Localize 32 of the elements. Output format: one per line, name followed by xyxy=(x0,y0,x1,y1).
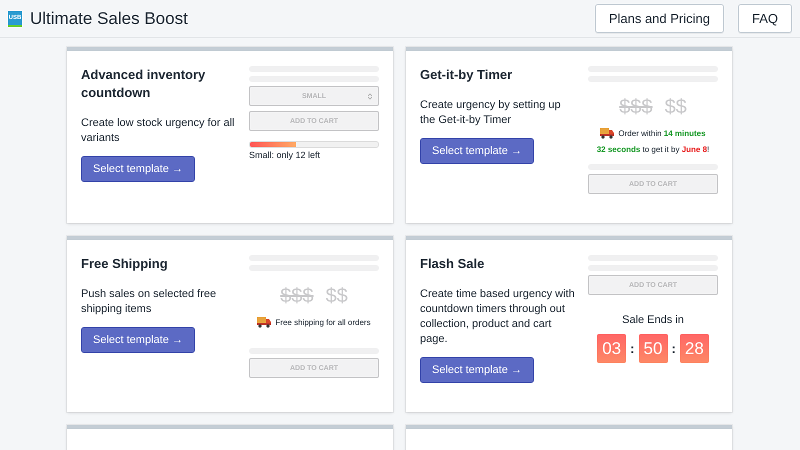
header-button[interactable]: FAQ xyxy=(738,4,792,33)
shipping-text: Free shipping for all orders xyxy=(275,318,371,326)
select-template-button[interactable]: Select template → xyxy=(420,357,534,383)
card-title: Flash Sale xyxy=(420,255,486,273)
stock-text: Small: only 12 left xyxy=(249,150,322,160)
old-price: $$$ xyxy=(280,285,314,308)
separator: : xyxy=(630,341,634,356)
select-template-button[interactable]: Select template → xyxy=(81,327,195,353)
card-description: Create urgency by setting up the Get-it-by Timer xyxy=(420,98,562,128)
app-title: Ultimate Sales Boost xyxy=(30,8,189,28)
card-description: Create low stock urgency for all variants xyxy=(81,116,236,146)
card-description: Create time based urgency with countdown timers through out collection, product and cart page. xyxy=(420,287,576,347)
separator: : xyxy=(672,341,676,356)
card-title: Get-it-by Timer xyxy=(420,66,514,84)
header-button[interactable]: Plans and Pricing xyxy=(594,4,724,33)
countdown-digit: 03 xyxy=(597,334,626,363)
truck-icon xyxy=(257,316,272,328)
price: $$ xyxy=(326,285,348,308)
chevron-icon xyxy=(368,92,372,100)
card-title: Advanced inventory countdown xyxy=(81,66,206,102)
select-template-button[interactable]: Select template → xyxy=(81,156,195,182)
select-template-button[interactable]: Select template → xyxy=(420,138,534,164)
card-title: Free Shipping xyxy=(81,255,169,273)
countdown-digit: 28 xyxy=(680,334,709,363)
sale-label: Sale Ends in xyxy=(621,314,685,326)
price: $$ xyxy=(664,96,687,119)
countdown-digit: 50 xyxy=(638,334,668,363)
old-price: $$$ xyxy=(619,96,653,119)
order-text: Order within 14 minutes xyxy=(618,128,706,138)
delivery-text: 32 seconds to get it by June 8! xyxy=(596,145,710,154)
card-description: Push sales on selected free shipping items xyxy=(81,287,218,317)
truck-icon xyxy=(600,127,614,139)
